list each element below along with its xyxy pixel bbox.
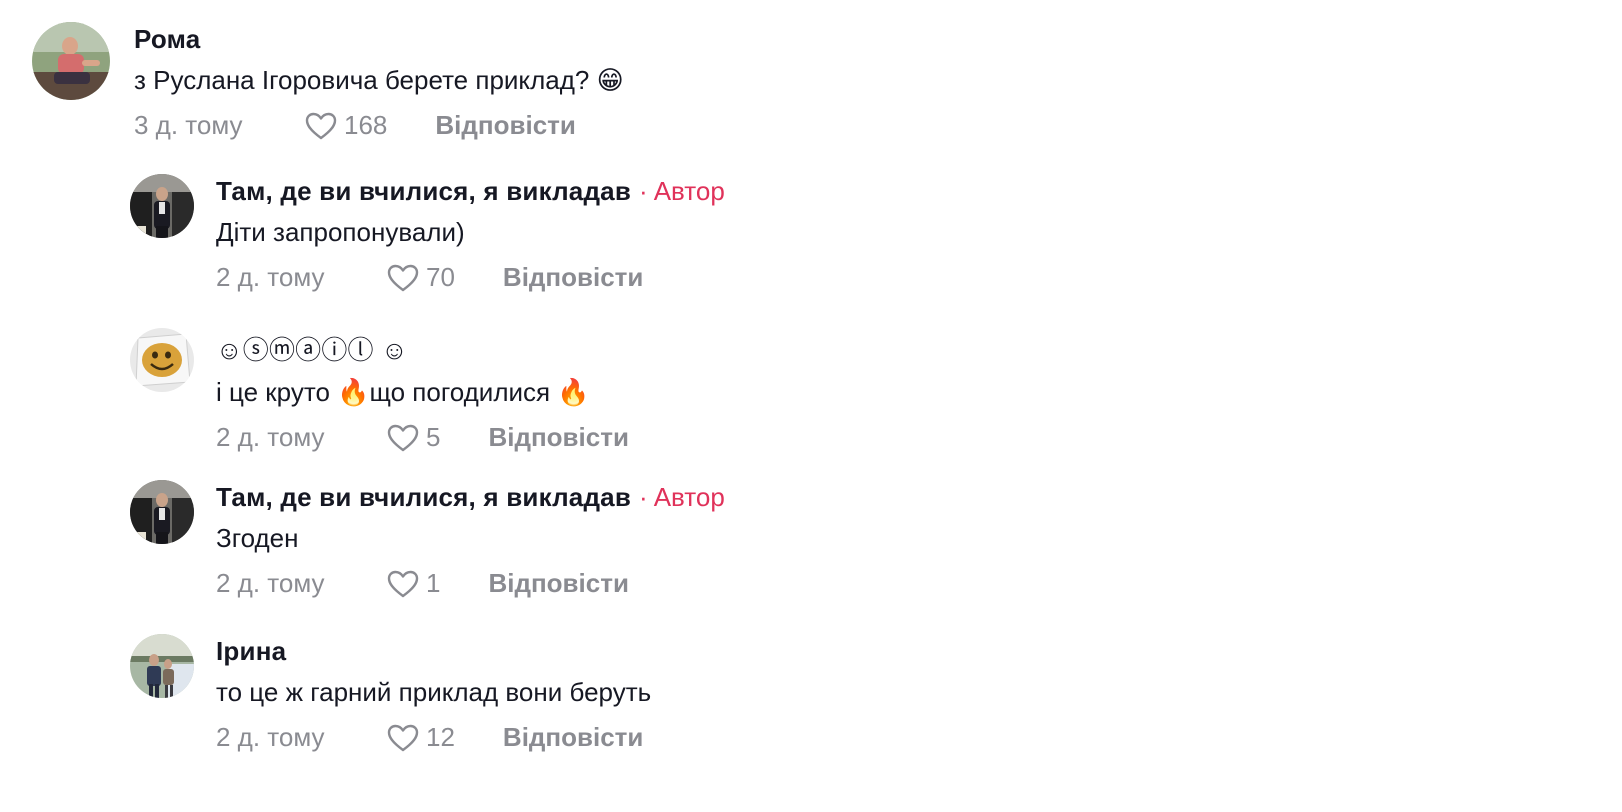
username[interactable]: ☺ⓢⓜⓐⓘⓛ ☺ (216, 330, 408, 367)
comment-text: Згоден (216, 523, 299, 553)
like-button[interactable]: 1 (386, 568, 440, 599)
author-dot: · (639, 482, 648, 512)
comment-item: Там, де ви вчилися, я викладав · Автор Зг… (130, 480, 725, 599)
comment-item: Ірина то це ж гарний приклад вони беруть… (130, 634, 651, 753)
reply-button[interactable]: Відповісти (503, 262, 643, 293)
reply-button[interactable]: Відповісти (488, 422, 628, 453)
comment-item: ☺ⓢⓜⓐⓘⓛ ☺ і це круто 🔥що погодилися 🔥 2 д… (130, 328, 629, 453)
avatar[interactable] (130, 174, 194, 238)
like-count: 12 (426, 722, 455, 752)
avatar[interactable] (130, 480, 194, 544)
timestamp: 2 д. тому (216, 568, 325, 598)
like-button[interactable]: 70 (386, 262, 455, 293)
like-button[interactable]: 168 (304, 110, 387, 141)
avatar[interactable] (32, 22, 110, 100)
timestamp: 2 д. тому (216, 422, 325, 452)
heart-outline-icon (386, 723, 420, 753)
heart-outline-icon (386, 423, 420, 453)
author-badge: · Автор (639, 482, 725, 513)
like-button[interactable]: 12 (386, 722, 455, 753)
heart-outline-icon (386, 263, 420, 293)
like-count: 1 (426, 568, 441, 598)
avatar[interactable] (130, 634, 194, 698)
author-badge: · Автор (639, 176, 725, 207)
heart-outline-icon (386, 569, 420, 599)
reply-button[interactable]: Відповісти (435, 110, 575, 141)
comment-item: Там, де ви вчилися, я викладав · Автор Ді… (130, 174, 725, 293)
timestamp: 2 д. тому (216, 722, 325, 752)
comment-text: і це круто 🔥що погодилися 🔥 (216, 377, 590, 407)
comment-item: Рома з Руслана Ігоровича берете приклад?… (32, 22, 624, 141)
heart-outline-icon (304, 111, 338, 141)
like-count: 5 (426, 422, 441, 452)
username[interactable]: Там, де ви вчилися, я викладав (216, 176, 631, 207)
username[interactable]: Ірина (216, 636, 286, 667)
username[interactable]: Рома (134, 24, 200, 55)
timestamp: 3 д. тому (134, 110, 243, 140)
like-button[interactable]: 5 (386, 422, 440, 453)
author-label: Автор (653, 482, 725, 512)
author-label: Автор (653, 176, 725, 206)
reply-button[interactable]: Відповісти (503, 722, 643, 753)
comment-text: то це ж гарний приклад вони беруть (216, 677, 652, 707)
timestamp: 2 д. тому (216, 262, 325, 292)
avatar[interactable] (130, 328, 194, 392)
like-count: 70 (426, 262, 455, 292)
comment-text: Діти запропонували) (216, 217, 465, 247)
reply-button[interactable]: Відповісти (488, 568, 628, 599)
like-count: 168 (344, 110, 388, 140)
author-dot: · (639, 176, 648, 206)
comment-text: з Руслана Ігоровича берете приклад? 😁 (134, 65, 624, 95)
username[interactable]: Там, де ви вчилися, я викладав (216, 482, 631, 513)
